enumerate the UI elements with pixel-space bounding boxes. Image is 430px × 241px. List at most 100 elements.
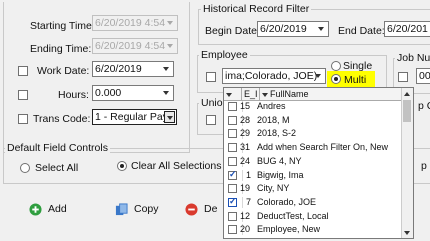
employee-dropdown-list[interactable]: E_I FullName 15 Andres 28 2018, M 29 2018, S-… xyxy=(223,87,414,239)
default-controls-title: Default Field Controls xyxy=(5,142,110,154)
job-input[interactable]: 00 xyxy=(416,68,430,84)
list-item[interactable]: 19 City, NY xyxy=(224,183,402,195)
scroll-down-icon[interactable] xyxy=(402,227,413,238)
work-date-label: Work Date: xyxy=(37,65,90,77)
historical-filter-title: Historical Record Filter xyxy=(201,3,312,15)
delete-button[interactable]: De xyxy=(185,199,217,219)
row-number: 28 xyxy=(240,114,251,125)
row-number: 7 xyxy=(246,196,252,207)
column-header-fullname[interactable]: FullName xyxy=(260,88,402,100)
starting-time-label: Starting Time: xyxy=(30,20,95,32)
clear-all-radio[interactable] xyxy=(117,161,127,171)
row-checkbox[interactable] xyxy=(228,169,237,180)
trans-code-label: Trans Code: xyxy=(33,113,91,125)
row-name: 2018, S-2 xyxy=(257,128,297,139)
end-date-label: End Date: xyxy=(338,25,385,37)
union-title: Unio xyxy=(199,97,225,109)
begin-date-label: Begin Date: xyxy=(205,25,260,37)
trans-code-checkbox[interactable] xyxy=(18,114,28,124)
add-button-label: Add xyxy=(48,203,67,215)
row-checkbox[interactable] xyxy=(228,211,237,221)
row-name: Colorado, JOE xyxy=(257,196,317,207)
sort-icon xyxy=(226,92,232,97)
row-number: 19 xyxy=(240,183,251,194)
filter-icon xyxy=(262,92,268,97)
ending-time-picker[interactable]: 6/20/2019 4:54 xyxy=(92,38,178,54)
row-number: 12 xyxy=(240,210,251,221)
row-number: 15 xyxy=(240,101,251,111)
column-divider xyxy=(242,169,243,181)
hours-checkbox[interactable] xyxy=(18,90,28,100)
row-name: DeductTest, Local xyxy=(257,210,329,221)
union-checkbox[interactable] xyxy=(206,115,216,125)
select-all-label: Select All xyxy=(35,162,79,174)
trans-code-select[interactable]: 1 - Regular Pay xyxy=(92,109,177,125)
row-name: BUG 4, NY xyxy=(257,155,302,166)
ending-time-label: Ending Time: xyxy=(30,43,92,55)
list-item[interactable]: 20 Employee, New xyxy=(224,224,402,236)
row-name: 2018, M xyxy=(257,114,290,125)
row-checkbox[interactable] xyxy=(228,143,237,153)
chevron-down-icon[interactable] xyxy=(164,111,175,123)
chevron-down-icon[interactable] xyxy=(165,40,176,52)
row-checkbox[interactable] xyxy=(228,225,237,235)
list-item[interactable]: 24 BUG 4, NY xyxy=(224,155,402,167)
row-checkbox[interactable] xyxy=(228,196,237,207)
row-number: 1 xyxy=(246,169,252,180)
list-item[interactable]: 29 2018, S-2 xyxy=(224,128,402,140)
scroll-up-icon[interactable] xyxy=(402,88,413,99)
end-date-picker[interactable]: 6/20/201 xyxy=(384,21,430,37)
row-number: 20 xyxy=(240,224,251,235)
dropdown-header: E_I FullName xyxy=(224,88,413,101)
single-radio[interactable] xyxy=(331,61,341,71)
list-item[interactable]: 31 Add when Search Filter On, New xyxy=(224,142,402,154)
copy-icon xyxy=(115,202,128,215)
row-name: Employee, New xyxy=(257,224,321,235)
work-date-checkbox[interactable] xyxy=(18,66,28,76)
row-number: 29 xyxy=(240,128,251,139)
chevron-down-icon[interactable] xyxy=(313,70,324,82)
delete-button-label: De xyxy=(204,203,218,215)
work-date-picker[interactable]: 6/20/2019 xyxy=(92,61,174,77)
hours-label: Hours: xyxy=(58,89,89,101)
dropdown-scrollbar[interactable] xyxy=(401,88,413,238)
add-button[interactable]: Add xyxy=(29,199,67,219)
chevron-down-icon[interactable] xyxy=(165,17,176,29)
multi-radio[interactable] xyxy=(331,74,341,84)
delete-icon xyxy=(185,202,198,216)
job-checkbox[interactable] xyxy=(398,72,408,82)
row-checkbox[interactable] xyxy=(228,102,237,111)
begin-date-picker[interactable]: 6/20/2019 xyxy=(257,21,329,37)
copy-button[interactable]: Copy xyxy=(115,199,159,219)
row-name: Andres xyxy=(257,101,286,111)
column-divider xyxy=(242,196,243,208)
row-name: Bigwig, Ima xyxy=(257,169,304,180)
chevron-down-icon[interactable] xyxy=(161,87,172,99)
row-name: City, NY xyxy=(257,183,290,194)
row-checkbox[interactable] xyxy=(228,156,237,166)
multi-label: Multi xyxy=(344,74,367,86)
row-name: Add when Search Filter On, New xyxy=(257,142,389,153)
row-checkbox[interactable] xyxy=(228,115,237,125)
chevron-down-icon[interactable] xyxy=(316,23,327,35)
employee-title: Employee xyxy=(199,49,250,61)
list-item[interactable]: 12 DeductTest, Local xyxy=(224,210,402,222)
list-item[interactable]: 7 Colorado, JOE xyxy=(224,196,402,208)
row-number: 24 xyxy=(240,155,251,166)
starting-time-picker[interactable]: 6/20/2019 4:54 xyxy=(92,15,178,31)
row-checkbox[interactable] xyxy=(228,129,237,139)
chevron-down-icon[interactable] xyxy=(161,63,172,75)
employee-checkbox[interactable] xyxy=(206,72,216,82)
row-checkbox[interactable] xyxy=(228,184,237,194)
employee-select[interactable]: ima;Colorado, JOE) xyxy=(222,68,326,84)
list-item[interactable]: 15 Andres xyxy=(224,101,402,112)
list-item[interactable]: 28 2018, M xyxy=(224,114,402,126)
column-header-e[interactable] xyxy=(224,88,242,100)
column-header-id[interactable]: E_I xyxy=(242,88,260,100)
hours-input[interactable]: 0.000 xyxy=(92,85,174,101)
select-all-radio[interactable] xyxy=(20,163,30,173)
list-item[interactable]: 1 Bigwig, Ima xyxy=(224,169,402,181)
scroll-thumb[interactable] xyxy=(403,100,411,122)
partial-right-label-c: p C xyxy=(418,100,430,112)
job-title: Job Nu xyxy=(395,52,430,64)
